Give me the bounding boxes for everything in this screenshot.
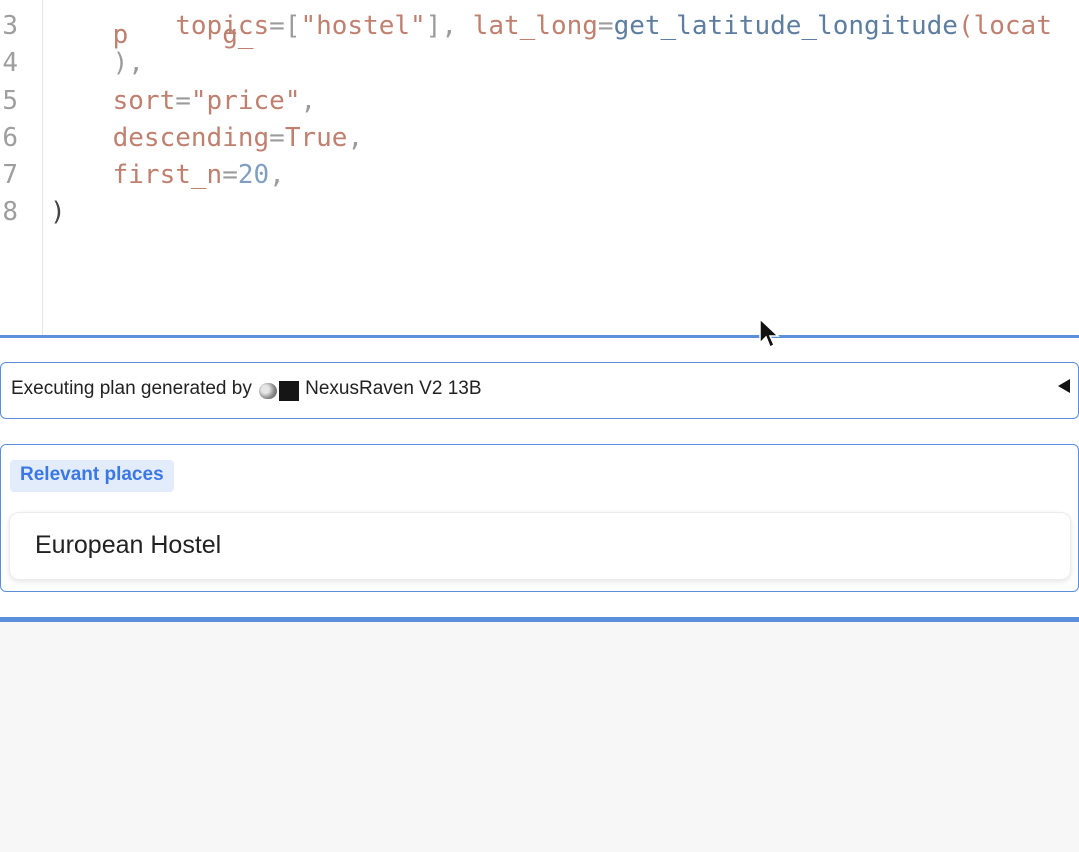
code-text: descending=True, bbox=[112, 123, 364, 153]
black-square-icon bbox=[279, 380, 300, 401]
code-text: ) bbox=[50, 197, 66, 227]
code-line-clipped: p g_ bbox=[50, 20, 254, 50]
relevant-places-label: Relevant places bbox=[10, 460, 174, 492]
code-text: first_n=20, bbox=[112, 160, 285, 190]
code-line: 7 first_n=20, bbox=[0, 157, 1079, 194]
code-line: 5 sort="price", bbox=[0, 83, 1079, 120]
triangle-left-icon[interactable] bbox=[1058, 379, 1070, 393]
code-text: sort="price", bbox=[112, 86, 317, 116]
empty-output-area bbox=[0, 622, 1079, 852]
mouse-cursor-icon bbox=[759, 318, 780, 349]
model-icons bbox=[259, 380, 300, 402]
line-number: 6 bbox=[2, 123, 18, 153]
bird-icon bbox=[259, 382, 278, 399]
line-number: 7 bbox=[2, 160, 18, 190]
place-card[interactable]: European Hostel bbox=[9, 512, 1071, 580]
code-line: 8) bbox=[0, 194, 1079, 231]
line-number: 8 bbox=[2, 197, 18, 227]
accordion-label: Executing plan generated by NexusRaven V… bbox=[11, 378, 482, 402]
relevant-places-panel: Relevant places European Hostel bbox=[0, 444, 1079, 592]
place-name: European Hostel bbox=[35, 531, 222, 559]
spacer bbox=[0, 338, 1079, 362]
code-line: 6 descending=True, bbox=[0, 120, 1079, 157]
accordion-prefix: Executing plan generated by bbox=[11, 378, 252, 399]
model-name: NexusRaven V2 13B bbox=[305, 378, 482, 399]
code-editor[interactable]: 3 topics=["hostel"], lat_long=get_latitu… bbox=[0, 0, 1079, 336]
plan-accordion[interactable]: Executing plan generated by NexusRaven V… bbox=[0, 362, 1079, 419]
